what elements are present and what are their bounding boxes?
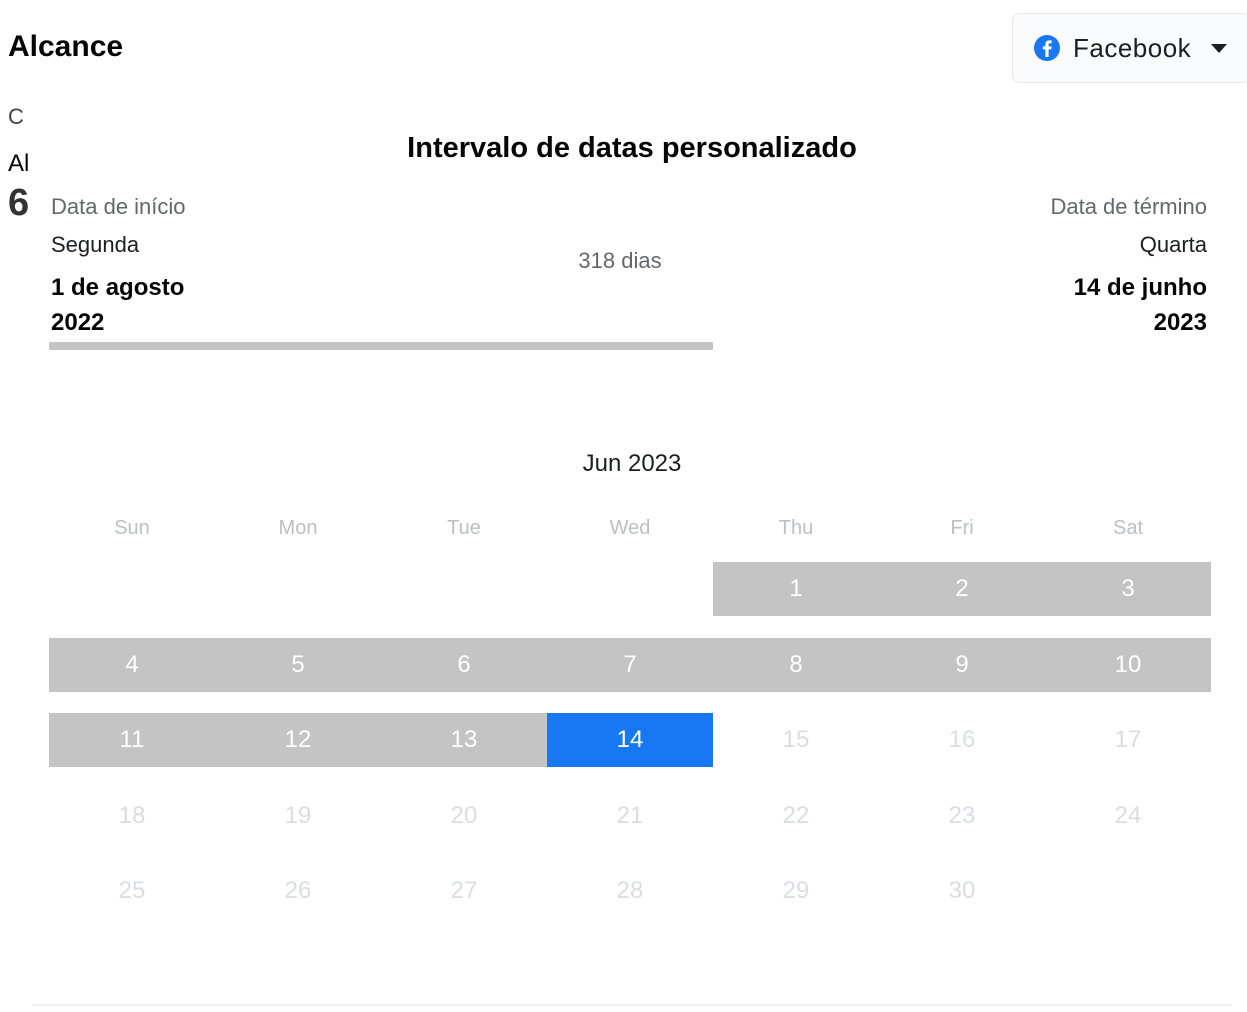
weekday-sat: Sat xyxy=(1112,517,1144,539)
calendar-empty-cell xyxy=(49,562,215,616)
calendar-empty-cell xyxy=(215,562,381,616)
calendar-day-14[interactable]: 14 xyxy=(547,713,713,767)
start-date-line1: 1 de agosto xyxy=(51,274,185,301)
weekday-fri: Fri xyxy=(950,517,974,539)
calendar-day-24[interactable]: 24 xyxy=(1045,789,1211,843)
calendar-week-row: 25 26 27 28 29 30 xyxy=(49,864,1211,918)
calendar-week-row: 11 12 13 14 15 16 17 xyxy=(49,713,1211,767)
calendar-day-21[interactable]: 21 xyxy=(547,789,713,843)
calendar-day-11[interactable]: 11 xyxy=(49,713,215,767)
calendar-day-18[interactable]: 18 xyxy=(49,789,215,843)
calendar-day-29[interactable]: 29 xyxy=(713,864,879,918)
end-date-panel[interactable]: Data de término Quarta 14 de junho 2023 xyxy=(1050,194,1207,340)
calendar-day-9[interactable]: 9 xyxy=(879,637,1045,692)
calendar-day-15[interactable]: 15 xyxy=(713,713,879,767)
end-date-caption: Data de término xyxy=(1050,194,1207,219)
calendar-day-19[interactable]: 19 xyxy=(215,789,381,843)
start-date-caption: Data de início xyxy=(51,194,186,219)
calendar-day-30[interactable]: 30 xyxy=(879,864,1045,918)
calendar-day-28[interactable]: 28 xyxy=(547,864,713,918)
calendar-day-26[interactable]: 26 xyxy=(215,864,381,918)
calendar-empty-cell xyxy=(547,562,713,616)
caret-down-icon xyxy=(1211,43,1228,53)
calendar-day-27[interactable]: 27 xyxy=(381,864,547,918)
calendar-day-1[interactable]: 1 xyxy=(713,562,879,616)
weekday-wed: Wed xyxy=(609,517,651,539)
calendar-empty-cell xyxy=(381,562,547,616)
end-date-weekday: Quarta xyxy=(1139,232,1207,257)
calendar-week-row: 123 xyxy=(49,562,1211,616)
calendar-empty-cell xyxy=(1045,864,1211,918)
calendar-week-row: 18 19 20 21 22 23 24 xyxy=(49,789,1211,843)
calendar-day-13[interactable]: 13 xyxy=(381,713,547,767)
calendar-day-12[interactable]: 12 xyxy=(215,713,381,767)
calendar-day-23[interactable]: 23 xyxy=(879,789,1045,843)
calendar-day-20[interactable]: 20 xyxy=(381,789,547,843)
calendar-day-8[interactable]: 8 xyxy=(713,637,879,692)
calendar-day-22[interactable]: 22 xyxy=(713,789,879,843)
end-date-year: 2023 xyxy=(1153,309,1207,336)
start-date-year: 2022 xyxy=(51,309,105,336)
calendar-day-4[interactable]: 4 xyxy=(49,637,215,692)
partial-text-3: 6 xyxy=(8,182,30,224)
calendar-day-10[interactable]: 10 xyxy=(1045,637,1211,692)
calendar-day-16[interactable]: 16 xyxy=(879,713,1045,767)
date-range-modal: Intervalo de datas personalizado Data de… xyxy=(32,96,1232,1008)
modal-footer-divider xyxy=(32,1004,1232,1006)
calendar-day-17[interactable]: 17 xyxy=(1045,713,1211,767)
calendar-day-5[interactable]: 5 xyxy=(215,637,381,692)
calendar-day-7[interactable]: 7 xyxy=(547,637,713,692)
calendar-month-label: Jun 2023 xyxy=(582,450,682,477)
facebook-icon xyxy=(1033,34,1061,62)
weekday-mon: Mon xyxy=(278,517,318,539)
calendar-day-25[interactable]: 25 xyxy=(49,864,215,918)
calendar-day-2[interactable]: 2 xyxy=(879,562,1045,616)
calendar-day-3[interactable]: 3 xyxy=(1045,562,1211,616)
platform-selector-button[interactable]: Facebook xyxy=(1012,13,1247,83)
calendar-week-row: 4 5 6 7 8 9 10 xyxy=(49,637,1211,692)
start-date-indicator-bar xyxy=(49,342,713,350)
calendar-weeks: 1 2 3 4 5 6 7 8 9 10 11 12 13 14 15 16 17 18 19 20 21 22 23 24 2… xyxy=(49,562,1211,918)
page-title: Alcance xyxy=(8,30,124,63)
weekday-sun: Sun xyxy=(114,517,150,539)
calendar-grid: Sun Mon Tue Wed Thu Fri Sat 1 2 3 4 5 6 7 8 9 10 1… xyxy=(49,508,1211,918)
end-date-line1: 14 de junho xyxy=(1073,274,1207,301)
weekday-header-row: Sun Mon Tue Wed Thu Fri Sat xyxy=(49,508,1211,548)
partial-text-2: Al xyxy=(8,150,30,177)
platform-selector-label: Facebook xyxy=(1073,32,1192,63)
weekday-thu: Thu xyxy=(778,517,814,539)
modal-title: Intervalo de datas personalizado xyxy=(407,132,857,164)
weekday-tue: Tue xyxy=(447,517,481,539)
partial-text-1: C xyxy=(8,104,24,129)
calendar-day-6[interactable]: 6 xyxy=(381,637,547,692)
